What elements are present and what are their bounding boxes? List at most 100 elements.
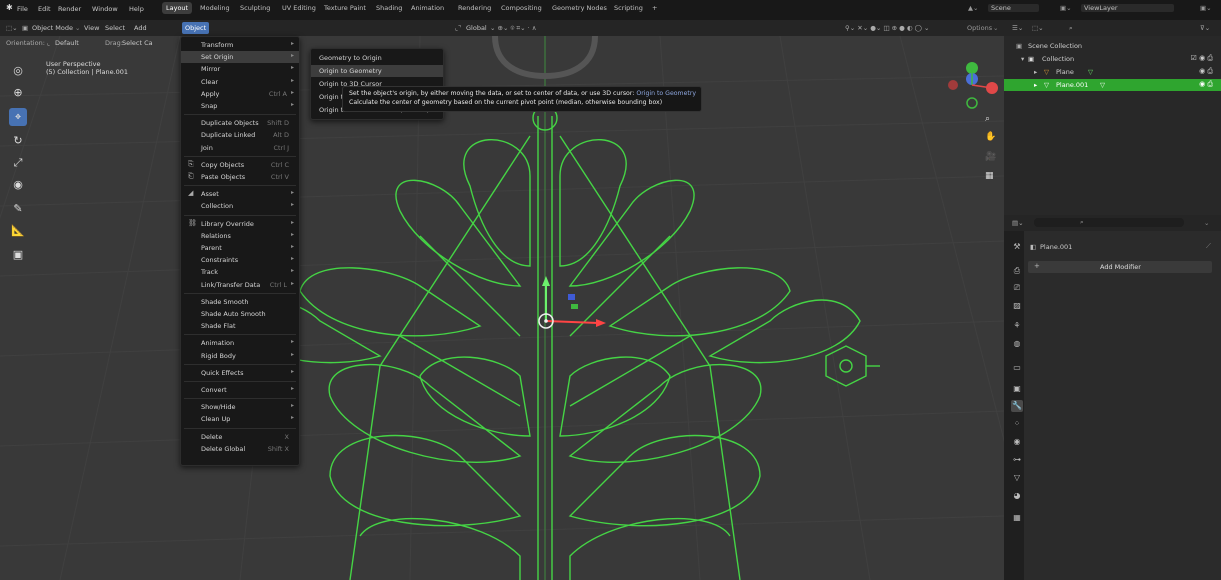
ortho-grid-icon[interactable]: ▦ <box>985 171 994 181</box>
orientation-dropdown[interactable]: Default <box>55 39 79 47</box>
outliner-row-plane-001[interactable]: ▸ ▽ Plane.001 ▽ ◉ ⎙ <box>1004 79 1221 91</box>
object-menu-item-shade-smooth[interactable]: Shade Smooth <box>181 296 299 308</box>
physics-tab-icon[interactable]: ◉ <box>1011 436 1023 448</box>
3d-viewport[interactable]: ◎ ⊕ ✥ ↻ ⤢ ◉ ✎ 📐 ▣ User Perspective (5) C… <box>0 36 1004 580</box>
select-tool-icon[interactable]: ◎ <box>9 62 27 80</box>
workspace-tab-animation[interactable]: Animation <box>411 4 444 12</box>
object-menu-item-delete-global[interactable]: Delete Global Shift X <box>181 443 299 455</box>
display-mode-icon[interactable]: ⬚⌄ <box>1032 24 1044 32</box>
workspace-tab-layout[interactable]: Layout <box>162 2 193 14</box>
object-menu-item-clear[interactable]: Clear ▸ <box>181 76 299 88</box>
output-tab-icon[interactable]: ⎚ <box>1011 282 1023 294</box>
render-tab-icon[interactable]: ⎙ <box>1011 265 1023 277</box>
measure-tool-icon[interactable]: 📐 <box>9 222 27 240</box>
chevron-down-icon[interactable]: ⌄ <box>993 24 998 32</box>
set-origin-item-geometry-to-origin[interactable]: Geometry to Origin <box>311 52 443 64</box>
expand-arrow-icon[interactable]: ▾ <box>1021 55 1024 63</box>
object-menu-item-link-transfer-data[interactable]: Link/Transfer Data Ctrl L ▸ <box>181 279 299 291</box>
outliner-row-collection[interactable]: ▾ ▣ Collection ☑ ◉ ⎙ <box>1004 53 1221 65</box>
menu-edit[interactable]: Edit <box>38 5 51 13</box>
chevron-down-icon[interactable]: ⌄ <box>1204 219 1209 227</box>
object-menu-item-join[interactable]: Join Ctrl J <box>181 142 299 154</box>
object-menu-item-copy-objects[interactable]: ⎘ Copy Objects Ctrl C <box>181 159 299 171</box>
object-menu-item-shade-auto-smooth[interactable]: Shade Auto Smooth <box>181 308 299 320</box>
header-menu-select[interactable]: Select <box>105 24 125 32</box>
add-workspace-button[interactable]: + <box>652 4 657 12</box>
drag-dropdown[interactable]: Select Ca <box>122 39 153 47</box>
object-menu-item-duplicate-objects[interactable]: Duplicate Objects Shift D <box>181 117 299 129</box>
transform-tool-icon[interactable]: ◉ <box>9 176 27 194</box>
move-tool-icon[interactable]: ✥ <box>9 108 27 126</box>
object-menu-item-set-origin[interactable]: Set Origin ▸ <box>181 51 299 64</box>
object-menu-item-mirror[interactable]: Mirror ▸ <box>181 63 299 75</box>
expand-arrow-icon[interactable]: ▸ <box>1034 81 1037 89</box>
properties-search-input[interactable]: ⌕ <box>1034 218 1184 227</box>
menu-help[interactable]: Help <box>129 5 144 13</box>
search-icon[interactable]: ⌕ <box>1069 24 1073 33</box>
constraints-tab-icon[interactable]: ⊶ <box>1011 454 1023 466</box>
object-menu-item-constraints[interactable]: Constraints ▸ <box>181 254 299 266</box>
object-mode-icon[interactable]: ▣ <box>22 24 28 32</box>
outliner-row-scene-collection[interactable]: ▣ Scene Collection <box>1004 40 1221 52</box>
transform-orientation-icon[interactable]: ⌞⌝ <box>455 24 461 32</box>
tool-tab-icon[interactable]: ⚒ <box>1011 241 1023 253</box>
workspace-tab-shading[interactable]: Shading <box>376 4 402 12</box>
object-menu-item-track[interactable]: Track ▸ <box>181 266 299 278</box>
world-tab-icon[interactable]: ◍ <box>1011 338 1023 350</box>
workspace-tab-modeling[interactable]: Modeling <box>200 4 230 12</box>
menu-file[interactable]: File <box>17 5 28 13</box>
options-dropdown[interactable]: Options <box>967 24 992 32</box>
object-menu-item-show-hide[interactable]: Show/Hide ▸ <box>181 401 299 413</box>
workspace-tab-sculpting[interactable]: Sculpting <box>240 4 270 12</box>
modifier-wrench-tab-icon[interactable]: 🔧 <box>1011 400 1023 412</box>
object-menu-item-transform[interactable]: Transform ▸ <box>181 39 299 51</box>
set-origin-item-origin-to-geometry[interactable]: Origin to Geometry <box>311 65 443 77</box>
editor-type-icon[interactable]: ☰⌄ <box>1012 24 1023 32</box>
camera-view-icon[interactable]: 🎥 <box>985 152 996 162</box>
header-menu-add[interactable]: Add <box>134 24 147 32</box>
menu-window[interactable]: Window <box>92 5 118 13</box>
object-menu-item-clean-up[interactable]: Clean Up ▸ <box>181 413 299 425</box>
filter-icon[interactable]: ⊽⌄ <box>1200 24 1210 32</box>
object-menu-item-collection[interactable]: Collection ▸ <box>181 200 299 212</box>
workspace-tab-compositing[interactable]: Compositing <box>501 4 542 12</box>
visibility-eye-icon[interactable]: ☑ ◉ ⎙ <box>1191 54 1213 63</box>
view-layer-tab-icon[interactable]: ▨ <box>1011 300 1023 312</box>
object-menu-item-parent[interactable]: Parent ▸ <box>181 242 299 254</box>
visibility-eye-icon[interactable]: ◉ ⎙ <box>1199 80 1213 89</box>
object-mode-dropdown[interactable]: Object Mode <box>32 24 73 32</box>
texture-tab-icon[interactable]: ▦ <box>1011 512 1023 524</box>
add-cube-tool-icon[interactable]: ▣ <box>9 246 27 264</box>
expand-arrow-icon[interactable]: ▸ <box>1034 68 1037 76</box>
rotate-tool-icon[interactable]: ↻ <box>9 132 27 150</box>
object-menu-item-asset[interactable]: ◢ Asset ▸ <box>181 188 299 200</box>
object-menu-item-duplicate-linked[interactable]: Duplicate Linked Alt D <box>181 129 299 141</box>
annotate-tool-icon[interactable]: ✎ <box>9 200 27 218</box>
workspace-tab-scripting[interactable]: Scripting <box>614 4 643 12</box>
object-menu-item-apply[interactable]: Apply Ctrl A ▸ <box>181 88 299 100</box>
pan-hand-icon[interactable]: ✋ <box>985 132 996 142</box>
add-modifier-button[interactable]: + Add Modifier <box>1028 261 1212 273</box>
object-menu-item-paste-objects[interactable]: ⎗ Paste Objects Ctrl V <box>181 171 299 183</box>
scene-icon[interactable]: ▲⌄ <box>968 4 978 12</box>
workspace-tab-rendering[interactable]: Rendering <box>458 4 491 12</box>
header-menu-view[interactable]: View <box>84 24 99 32</box>
chevron-down-icon[interactable]: ⌄ <box>75 24 80 32</box>
workspace-tab-geometry-nodes[interactable]: Geometry Nodes <box>552 4 607 12</box>
object-menu-item-snap[interactable]: Snap ▸ <box>181 100 299 112</box>
object-menu-item-delete[interactable]: Delete X <box>181 431 299 443</box>
workspace-tab-texture-paint[interactable]: Texture Paint <box>324 4 366 12</box>
editor-type-icon[interactable]: ⬚⌄ <box>6 24 18 32</box>
view-layer-add-icon[interactable]: ▣⌄ <box>1200 4 1212 12</box>
object-data-tab-icon[interactable]: ▽ <box>1011 472 1023 484</box>
pin-icon[interactable]: ⟋ <box>1206 242 1211 251</box>
object-tab-icon[interactable]: ▣ <box>1011 383 1023 395</box>
blender-logo-icon[interactable]: ✱ <box>6 3 13 12</box>
particles-tab-icon[interactable]: ⁘ <box>1011 418 1023 430</box>
object-menu-item-quick-effects[interactable]: Quick Effects ▸ <box>181 367 299 379</box>
object-menu-item-shade-flat[interactable]: Shade Flat <box>181 320 299 332</box>
view-layer-selector[interactable]: ViewLayer <box>1081 4 1174 12</box>
viewport-overlay-icons[interactable]: ⚲⌄ ✕⌄ ●⌄ ◫ ⊕ ● ◐ ◯ ⌄ <box>845 24 929 32</box>
menu-render[interactable]: Render <box>58 5 81 13</box>
visibility-eye-icon[interactable]: ◉ ⎙ <box>1199 67 1213 76</box>
